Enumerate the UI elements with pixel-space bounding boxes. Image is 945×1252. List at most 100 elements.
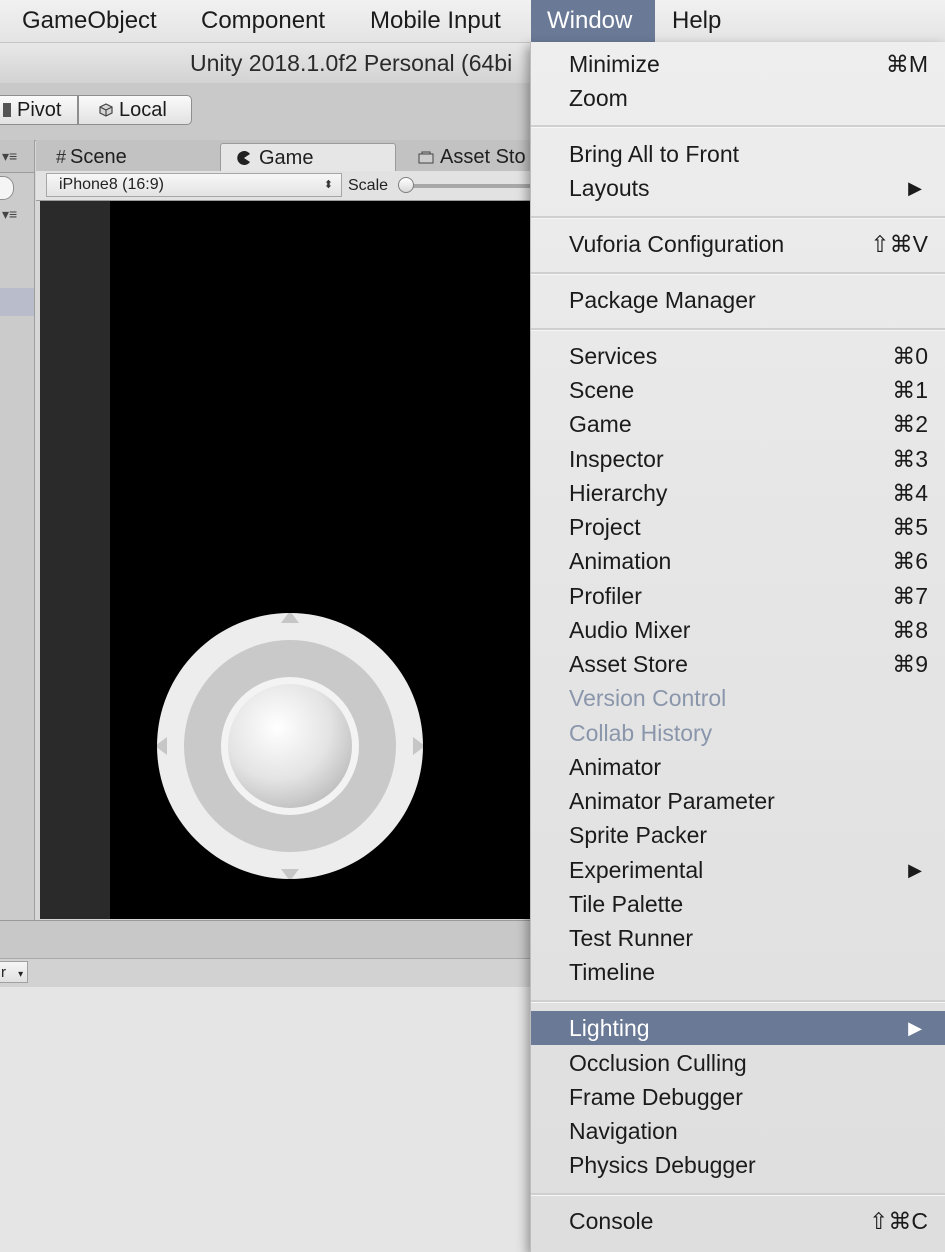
menu-item-minimize[interactable]: Minimize ⌘M	[531, 47, 945, 81]
menu-item-label: Animator Parameter	[569, 788, 775, 814]
grid-icon: #	[56, 147, 67, 167]
menu-help[interactable]: Help	[672, 0, 721, 42]
menu-item-occlusion-culling[interactable]: Occlusion Culling	[531, 1046, 945, 1080]
menu-item-label: Zoom	[569, 85, 628, 111]
tab-asset-store-label: Asset Sto	[440, 146, 526, 168]
menu-item-label: Collab History	[569, 720, 713, 746]
menu-separator	[531, 1000, 945, 1003]
menu-item-layouts[interactable]: Layouts ▶	[531, 171, 945, 205]
menu-item-animator-parameter[interactable]: Animator Parameter	[531, 784, 945, 818]
menu-component[interactable]: Component	[201, 0, 325, 42]
hierarchy-panel: ▾≡ ▾≡	[0, 140, 35, 920]
menu-gameobject[interactable]: GameObject	[22, 0, 157, 42]
pacman-icon	[237, 145, 251, 165]
menu-item-shortcut: ⌘5	[892, 514, 928, 540]
virtual-joystick[interactable]	[155, 611, 425, 881]
menu-item-label: Profiler	[569, 583, 642, 609]
menu-item-vuforia-configuration[interactable]: Vuforia Configuration ⇧⌘V	[531, 227, 945, 261]
tab-scene[interactable]: # Scene	[56, 143, 127, 171]
menu-item-zoom[interactable]: Zoom	[531, 81, 945, 115]
tab-game[interactable]: Game	[220, 143, 396, 171]
menu-item-scene[interactable]: Scene ⌘1	[531, 373, 945, 407]
menu-item-project[interactable]: Project ⌘5	[531, 510, 945, 544]
menu-item-shortcut: ⌘6	[892, 548, 928, 574]
pivot-icon	[3, 103, 11, 117]
menu-item-lighting[interactable]: Lighting ▶	[531, 1011, 945, 1045]
hierarchy-tab-strip: ▾≡	[0, 140, 34, 173]
local-label: Local	[119, 99, 167, 121]
menu-item-test-runner[interactable]: Test Runner	[531, 921, 945, 955]
menu-bar: GameObject Component Mobile Input Window…	[0, 0, 945, 43]
menu-item-shortcut: ⌘9	[892, 651, 928, 677]
menu-item-label: Animation	[569, 548, 672, 574]
menu-item-package-manager[interactable]: Package Manager	[531, 283, 945, 317]
menu-item-tile-palette[interactable]: Tile Palette	[531, 887, 945, 921]
menu-item-animator[interactable]: Animator	[531, 750, 945, 784]
resolution-dropdown[interactable]: iPhone8 (16:9) ⬍	[46, 173, 342, 197]
menu-window[interactable]: Window	[531, 0, 655, 42]
game-view-letterbox	[40, 201, 110, 919]
menu-item-label: Animator	[569, 754, 662, 780]
menu-item-experimental[interactable]: Experimental ▶	[531, 853, 945, 887]
menu-item-label: Timeline	[569, 959, 656, 985]
pivot-label: Pivot	[17, 99, 62, 121]
menu-item-shortcut: ⌘2	[892, 411, 928, 437]
scale-slider-knob[interactable]	[398, 177, 414, 193]
menu-item-label: Hierarchy	[569, 480, 668, 506]
window-title: Unity 2018.1.0f2 Personal (64bi	[190, 50, 513, 76]
menu-item-sprite-packer[interactable]: Sprite Packer	[531, 818, 945, 852]
bottom-dropdown-label: r	[1, 964, 6, 981]
submenu-arrow-icon: ▶	[908, 178, 922, 198]
tab-asset-store[interactable]: Asset Sto	[418, 143, 526, 171]
menu-item-services[interactable]: Services ⌘0	[531, 339, 945, 373]
menu-item-audio-mixer[interactable]: Audio Mixer ⌘8	[531, 613, 945, 647]
menu-item-physics-debugger[interactable]: Physics Debugger	[531, 1148, 945, 1182]
menu-item-navigation[interactable]: Navigation	[531, 1114, 945, 1148]
menu-item-label: Minimize	[569, 51, 660, 77]
menu-separator	[531, 328, 945, 331]
create-menu-icon[interactable]: ▾≡	[2, 207, 17, 221]
menu-item-label: Console	[569, 1208, 654, 1234]
submenu-arrow-icon: ▶	[908, 860, 922, 880]
menu-item-label: Frame Debugger	[569, 1084, 743, 1110]
submenu-arrow-icon: ▶	[908, 1018, 922, 1038]
panel-menu-icon[interactable]: ▾≡	[2, 149, 17, 163]
menu-separator	[531, 216, 945, 219]
shopping-bag-icon	[418, 144, 434, 164]
scale-slider-track[interactable]	[406, 184, 546, 188]
menu-item-label: Asset Store	[569, 651, 688, 677]
menu-item-game[interactable]: Game ⌘2	[531, 407, 945, 441]
menu-item-shortcut: ⌘8	[892, 617, 928, 643]
menu-item-profiler[interactable]: Profiler ⌘7	[531, 579, 945, 613]
unity-editor-screen: GameObject Component Mobile Input Window…	[0, 0, 945, 1252]
menu-item-frame-debugger[interactable]: Frame Debugger	[531, 1080, 945, 1114]
cube-icon	[99, 97, 113, 117]
menu-item-label: Project	[569, 514, 641, 540]
menu-item-bring-all-to-front[interactable]: Bring All to Front	[531, 137, 945, 171]
menu-item-version-control: Version Control	[531, 681, 945, 715]
menu-item-timeline[interactable]: Timeline	[531, 955, 945, 989]
menu-item-label: Game	[569, 411, 632, 437]
menu-item-hierarchy[interactable]: Hierarchy ⌘4	[531, 476, 945, 510]
hierarchy-selected-row[interactable]	[0, 288, 34, 316]
menu-item-label: Scene	[569, 377, 635, 403]
menu-mobile-input[interactable]: Mobile Input	[370, 0, 501, 42]
bottom-dropdown[interactable]: r ▾	[0, 961, 28, 983]
menu-item-shortcut: ⌘7	[892, 583, 928, 609]
menu-item-asset-store[interactable]: Asset Store ⌘9	[531, 647, 945, 681]
resolution-value: iPhone8 (16:9)	[59, 176, 164, 193]
menu-item-shortcut: ⌘0	[892, 343, 928, 369]
local-button[interactable]: Local	[78, 95, 192, 125]
menu-separator	[531, 272, 945, 275]
menu-item-label: Sprite Packer	[569, 822, 708, 848]
menu-item-inspector[interactable]: Inspector ⌘3	[531, 442, 945, 476]
pivot-button[interactable]: Pivot	[0, 95, 78, 125]
menu-item-label: Package Manager	[569, 287, 756, 313]
menu-item-label: Bring All to Front	[569, 141, 740, 167]
hierarchy-search-field[interactable]	[0, 176, 14, 200]
menu-item-label: Tile Palette	[569, 891, 684, 917]
menu-item-shortcut: ⌘4	[892, 480, 928, 506]
menu-item-shortcut: ⌘3	[892, 446, 928, 472]
menu-item-console[interactable]: Console ⇧⌘C	[531, 1204, 945, 1238]
menu-item-animation[interactable]: Animation ⌘6	[531, 544, 945, 578]
